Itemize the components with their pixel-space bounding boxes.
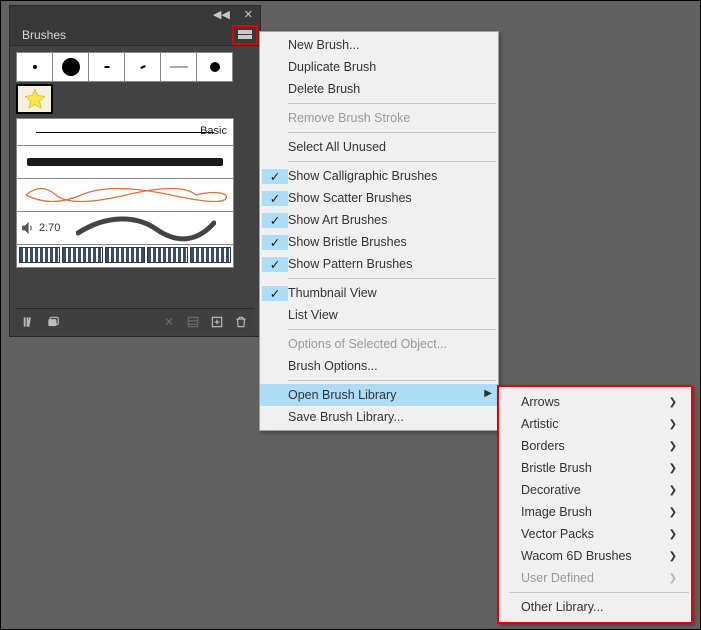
options-icon[interactable]: [186, 315, 200, 329]
menu-separator: [288, 161, 496, 162]
brush-thumb-dot-large[interactable]: [52, 52, 89, 82]
menu-save-library[interactable]: Save Brush Library...: [260, 406, 498, 428]
menu-new-brush[interactable]: New Brush...: [260, 34, 498, 56]
menu-separator: [288, 380, 496, 381]
chevron-right-icon: ❯: [669, 463, 677, 474]
submenu-other-library[interactable]: Other Library...: [499, 596, 691, 618]
menu-thumbnail-view[interactable]: Thumbnail View: [260, 282, 498, 304]
brush-row-audio[interactable]: 2.70: [16, 211, 234, 245]
remove-stroke-icon[interactable]: ✕: [162, 315, 176, 329]
menu-show-scatter[interactable]: Show Scatter Brushes: [260, 187, 498, 209]
menu-delete-brush[interactable]: Delete Brush: [260, 78, 498, 100]
panel-titlebar: ◀◀ ✕: [10, 6, 260, 24]
panel-menu-button[interactable]: [232, 25, 258, 45]
wave-stroke-icon: [76, 213, 216, 243]
chevron-right-icon: ❯: [669, 485, 677, 496]
menu-show-pattern[interactable]: Show Pattern Brushes: [260, 253, 498, 275]
submenu-user-defined: User Defined❯: [499, 567, 691, 589]
chevron-right-icon: ❯: [669, 419, 677, 430]
brush-thumb-star[interactable]: [16, 84, 53, 114]
menu-separator: [288, 278, 496, 279]
chalk-stroke-icon: [27, 158, 223, 166]
menu-separator: [509, 592, 689, 593]
brush-thumb-row-2: [16, 84, 254, 114]
menu-separator: [288, 132, 496, 133]
brushes-panel: ◀◀ ✕ Brushes: [9, 5, 261, 337]
menu-separator: [288, 329, 496, 330]
libraries-icon[interactable]: [46, 315, 60, 329]
tab-brushes[interactable]: Brushes: [16, 26, 72, 44]
menu-select-unused[interactable]: Select All Unused: [260, 136, 498, 158]
collapse-button[interactable]: ◀◀: [210, 9, 233, 22]
brush-thumb-line[interactable]: [160, 52, 197, 82]
menu-remove-stroke: Remove Brush Stroke: [260, 107, 498, 129]
brush-row-pattern[interactable]: [16, 244, 234, 268]
submenu-vector-packs[interactable]: Vector Packs❯: [499, 523, 691, 545]
submenu-wacom[interactable]: Wacom 6D Brushes❯: [499, 545, 691, 567]
menu-list-view[interactable]: List View: [260, 304, 498, 326]
chevron-right-icon: ❯: [669, 529, 677, 540]
brush-thumb-dot-small[interactable]: [16, 52, 53, 82]
curl-stroke-icon: [21, 180, 229, 210]
audio-value: 2.70: [39, 222, 60, 234]
menu-open-library[interactable]: Open Brush Library▶: [260, 384, 498, 406]
panel-body: Basic 2.70: [10, 46, 260, 336]
submenu-arrow-icon: ▶: [484, 388, 492, 399]
submenu-borders[interactable]: Borders❯: [499, 435, 691, 457]
panel-footer: ✕: [16, 308, 254, 334]
panel-tab-bar: Brushes: [10, 24, 260, 46]
submenu-decorative[interactable]: Decorative❯: [499, 479, 691, 501]
submenu-bristle-brush[interactable]: Bristle Brush❯: [499, 457, 691, 479]
chevron-right-icon: ❯: [669, 551, 677, 562]
brush-row-curl[interactable]: [16, 178, 234, 212]
library-shelf-icon[interactable]: [22, 315, 36, 329]
chevron-right-icon: ❯: [669, 397, 677, 408]
brush-thumb-oval-flat[interactable]: [88, 52, 125, 82]
menu-options-selected: Options of Selected Object...: [260, 333, 498, 355]
close-panel-button[interactable]: ✕: [241, 9, 256, 22]
new-brush-icon[interactable]: [210, 315, 224, 329]
brush-thumb-oval-angle[interactable]: [124, 52, 161, 82]
open-brush-library-submenu: Arrows❯ Artistic❯ Borders❯ Bristle Brush…: [497, 385, 693, 624]
menu-show-bristle[interactable]: Show Bristle Brushes: [260, 231, 498, 253]
brush-thumb-row: [16, 52, 254, 82]
chevron-right-icon: ❯: [669, 573, 677, 584]
menu-show-calligraphic[interactable]: Show Calligraphic Brushes: [260, 165, 498, 187]
submenu-image-brush[interactable]: Image Brush❯: [499, 501, 691, 523]
brush-thumb-dot-med[interactable]: [196, 52, 233, 82]
chevron-right-icon: ❯: [669, 441, 677, 452]
hamburger-icon: [238, 30, 252, 40]
brush-row-chalk[interactable]: [16, 145, 234, 179]
menu-show-art[interactable]: Show Art Brushes: [260, 209, 498, 231]
menu-duplicate-brush[interactable]: Duplicate Brush: [260, 56, 498, 78]
basic-label: Basic: [200, 125, 227, 137]
menu-brush-options[interactable]: Brush Options...: [260, 355, 498, 377]
chevron-right-icon: ❯: [669, 507, 677, 518]
brush-row-basic[interactable]: Basic: [16, 118, 234, 146]
panel-flyout-menu: New Brush... Duplicate Brush Delete Brus…: [259, 31, 499, 431]
speaker-icon: [21, 221, 35, 235]
submenu-arrows[interactable]: Arrows❯: [499, 391, 691, 413]
submenu-artistic[interactable]: Artistic❯: [499, 413, 691, 435]
trash-icon[interactable]: [234, 315, 248, 329]
menu-separator: [288, 103, 496, 104]
